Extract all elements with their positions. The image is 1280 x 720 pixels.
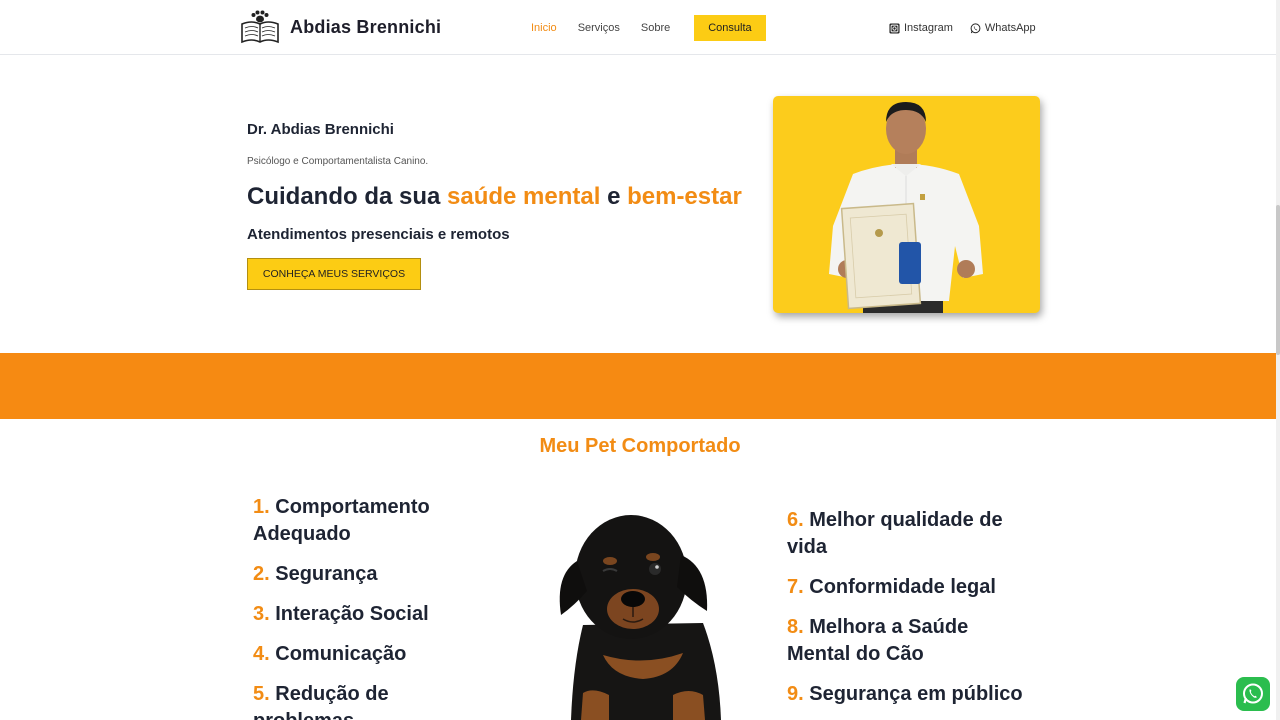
list-number: 8. xyxy=(787,616,804,638)
list-number: 3. xyxy=(253,603,270,625)
list-label: Melhora a Saúde Mental do Cão xyxy=(787,616,969,665)
hero-title-text: Cuidando da sua xyxy=(247,183,448,210)
main-nav: Inicio Serviços Sobre Consulta xyxy=(531,15,766,41)
social-links: Instagram WhatsApp xyxy=(889,22,1036,34)
page-scrollbar[interactable] xyxy=(1276,0,1280,720)
list-item: 1. Comportamento Adequado xyxy=(253,494,483,548)
scrollbar-thumb[interactable] xyxy=(1276,205,1280,355)
list-label: Comunicação xyxy=(275,643,407,665)
hero-title-highlight-1: saúde mental xyxy=(447,183,601,210)
list-item: 2. Segurança xyxy=(253,561,483,588)
list-item: 6. Melhor qualidade de vida xyxy=(787,507,1037,561)
instagram-icon xyxy=(889,22,900,34)
doctor-photo xyxy=(773,96,1040,313)
hero-title-highlight-2: bem-estar xyxy=(627,183,742,210)
whatsapp-float-button[interactable] xyxy=(1236,677,1270,711)
nav-item-inicio[interactable]: Inicio xyxy=(531,15,557,41)
hero-tagline: Atendimentos presenciais e remotos xyxy=(247,226,510,243)
list-number: 9. xyxy=(787,683,804,705)
list-number: 5. xyxy=(253,683,270,705)
list-item: 9. Segurança em público xyxy=(787,681,1037,708)
list-number: 4. xyxy=(253,643,270,665)
section-title: Meu Pet Comportado xyxy=(539,435,741,457)
hero-title: Cuidando da sua saúde mental e bem-estar xyxy=(247,183,742,211)
list-label: Redução de problemas xyxy=(253,683,389,720)
benefits-list-right: 6. Melhor qualidade de vida 7. Conformid… xyxy=(787,507,1037,720)
puppy-image xyxy=(559,515,721,720)
list-item: 5. Redução de problemas xyxy=(253,681,483,720)
whatsapp-label: WhatsApp xyxy=(984,22,1036,34)
list-label: Comportamento Adequado xyxy=(253,496,430,545)
list-item: 3. Interação Social xyxy=(253,601,483,628)
book-paw-logo-icon xyxy=(241,10,279,44)
list-number: 7. xyxy=(787,576,804,598)
doctor-portrait-image xyxy=(829,102,983,313)
instagram-label: Instagram xyxy=(904,22,953,34)
site-header: Abdias Brennichi Inicio Serviços Sobre C… xyxy=(0,0,1280,55)
list-label: Segurança em público xyxy=(809,683,1023,705)
nav-item-servicos[interactable]: Serviços xyxy=(578,15,620,41)
list-label: Conformidade legal xyxy=(809,576,996,598)
services-button[interactable]: CONHEÇA MEUS SERVIÇOS xyxy=(247,258,421,290)
brand-name: Abdias Brennichi xyxy=(290,16,442,37)
consulta-button[interactable]: Consulta xyxy=(694,15,766,41)
list-item: 7. Conformidade legal xyxy=(787,574,1037,601)
orange-banner xyxy=(0,353,1280,419)
list-number: 1. xyxy=(253,496,270,518)
list-label: Interação Social xyxy=(275,603,429,625)
list-item: 4. Comunicação xyxy=(253,641,483,668)
whatsapp-icon xyxy=(1243,683,1263,704)
list-label: Segurança xyxy=(275,563,378,585)
brand[interactable]: Abdias Brennichi xyxy=(240,10,441,44)
instagram-link[interactable]: Instagram xyxy=(889,22,953,34)
hero-subtitle: Psicólogo e Comportamentalista Canino. xyxy=(247,156,429,167)
whatsapp-icon xyxy=(970,22,981,33)
list-number: 2. xyxy=(253,563,270,585)
list-number: 6. xyxy=(787,509,804,531)
list-label: Melhor qualidade de vida xyxy=(787,509,1003,558)
whatsapp-link[interactable]: WhatsApp xyxy=(970,22,1036,34)
hero-name: Dr. Abdias Brennichi xyxy=(247,121,394,138)
benefits-list-left: 1. Comportamento Adequado 2. Segurança 3… xyxy=(253,494,483,720)
hero-title-text-2: e xyxy=(600,183,628,210)
nav-item-sobre[interactable]: Sobre xyxy=(641,15,670,41)
list-item: 8. Melhora a Saúde Mental do Cão xyxy=(787,614,1037,668)
